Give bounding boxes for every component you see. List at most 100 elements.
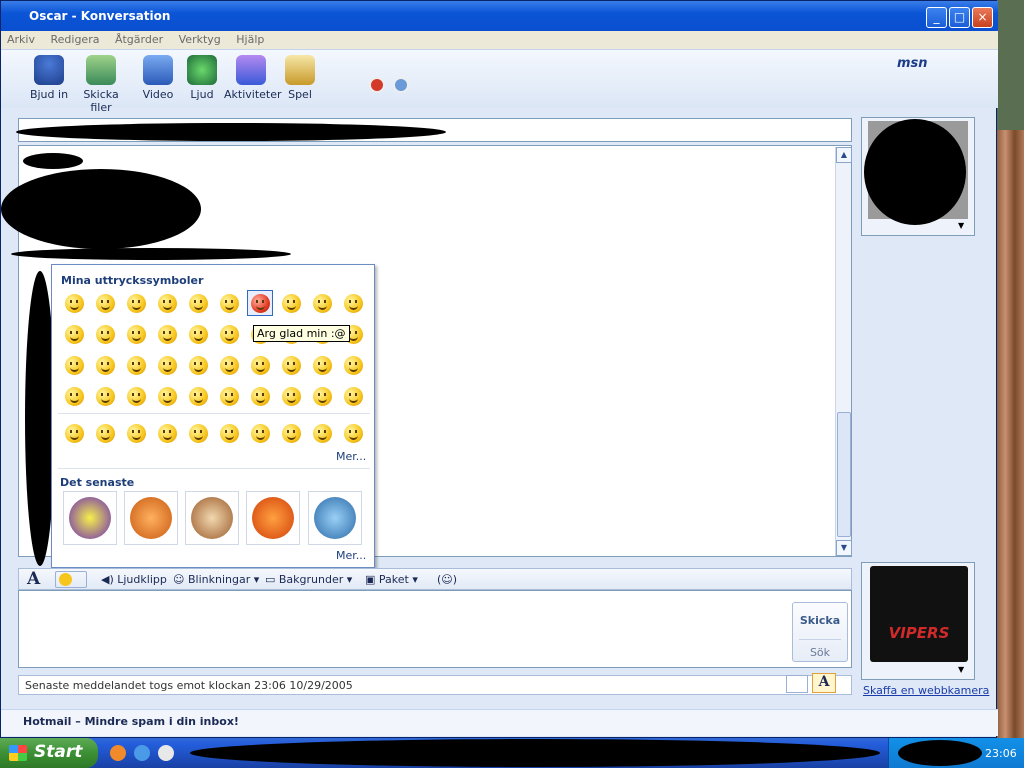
menu-atgarder[interactable]: Åtgärder — [109, 31, 169, 48]
emoticon-icon[interactable] — [216, 352, 242, 378]
emoticon-icon[interactable] — [216, 321, 242, 347]
menu-hjalp[interactable]: Hjälp — [230, 31, 270, 48]
more-recent-link[interactable]: Mer... — [336, 549, 366, 562]
emoticon-icon[interactable] — [278, 383, 304, 409]
soundclip-button[interactable]: ◀) Ljudklipp — [101, 573, 167, 586]
emoticon-icon[interactable] — [278, 290, 304, 316]
emoticon-icon[interactable] — [61, 352, 87, 378]
emoticon-icon[interactable] — [154, 290, 180, 316]
scroll-down-icon[interactable]: ▼ — [836, 540, 852, 556]
media-player-icon[interactable] — [158, 745, 174, 761]
hotmail-ad[interactable]: Hotmail – Mindre spam i din inbox! — [1, 709, 998, 736]
menu-verktyg[interactable]: Verktyg — [173, 31, 227, 48]
emoticon-icon[interactable] — [92, 420, 118, 446]
history-scrollbar[interactable]: ▲ ▼ — [835, 147, 852, 556]
more-emoticons-link[interactable]: Mer... — [336, 450, 366, 463]
block-icon[interactable] — [369, 77, 385, 93]
emoticon-icon[interactable] — [185, 352, 211, 378]
emoticon-icon[interactable] — [154, 420, 180, 446]
nudge-button[interactable]: (☺) — [437, 573, 457, 586]
scroll-up-icon[interactable]: ▲ — [836, 147, 852, 163]
emoticon-icon[interactable] — [340, 420, 366, 446]
emoticon-icon[interactable] — [61, 420, 87, 446]
handwriting-icon[interactable] — [786, 675, 808, 693]
invite-button[interactable]: Bjud in — [29, 55, 69, 101]
maximize-button[interactable]: □ — [949, 7, 970, 28]
emoticon-icon[interactable] — [309, 383, 335, 409]
recent-emoticon[interactable] — [124, 491, 178, 545]
emoticon-icon[interactable] — [92, 352, 118, 378]
search-button[interactable]: Sök — [793, 646, 847, 659]
start-button[interactable]: Start — [0, 738, 98, 768]
emoticon-icon[interactable] — [154, 321, 180, 347]
games-label: Spel — [288, 88, 312, 101]
minimize-button[interactable]: _ — [926, 7, 947, 28]
title-bar[interactable]: Oscar - Konversation _ □ × — [1, 1, 998, 31]
webcam-link[interactable]: Skaffa en webbkamera — [863, 684, 989, 697]
emoticon-icon[interactable] — [92, 290, 118, 316]
emoticon-icon[interactable] — [154, 383, 180, 409]
emoticon-icon[interactable] — [340, 290, 366, 316]
emoticon-icon[interactable] — [247, 420, 273, 446]
chevron-down-icon[interactable]: ▼ — [958, 665, 964, 674]
recent-emoticon[interactable] — [246, 491, 300, 545]
emoticon-icon[interactable] — [278, 420, 304, 446]
video-button[interactable]: Video — [141, 55, 175, 101]
emoticon-icon[interactable] — [61, 290, 87, 316]
emoticon-icon[interactable] — [185, 290, 211, 316]
redaction — [1, 169, 201, 249]
emoticon-icon[interactable] — [278, 352, 304, 378]
font-button[interactable]: A — [27, 569, 40, 589]
emoticon-icon[interactable] — [216, 420, 242, 446]
emoticon-icon[interactable] — [340, 352, 366, 378]
emoticon-icon[interactable] — [154, 352, 180, 378]
menu-redigera[interactable]: Redigera — [44, 31, 105, 48]
emoticon-icon[interactable] — [92, 383, 118, 409]
emoticon-panel: Mina uttryckssymboler Mer... Det senaste… — [51, 264, 375, 568]
paint-icon[interactable] — [393, 77, 409, 93]
emoticon-icon[interactable] — [309, 290, 335, 316]
activities-button[interactable]: Aktiviteter — [224, 55, 282, 101]
emoticon-face — [312, 355, 332, 375]
emoticon-icon[interactable] — [123, 290, 149, 316]
audio-button[interactable]: Ljud — [187, 55, 217, 101]
emoticon-icon[interactable] — [340, 383, 366, 409]
menu-arkiv[interactable]: Arkiv — [1, 31, 41, 48]
recent-emoticon[interactable] — [308, 491, 362, 545]
recent-emoticon[interactable] — [185, 491, 239, 545]
emoticon-icon[interactable] — [92, 321, 118, 347]
message-input[interactable] — [18, 590, 852, 668]
chevron-down-icon[interactable]: ▼ — [958, 221, 964, 230]
backgrounds-button[interactable]: ▭ Bakgrunder ▾ — [265, 573, 352, 586]
winks-button[interactable]: ☺ Blinkningar ▾ — [173, 573, 259, 586]
emoticon-icon[interactable] — [247, 290, 273, 316]
emoticon-icon[interactable] — [61, 383, 87, 409]
games-button[interactable]: Spel — [285, 55, 315, 101]
packages-button[interactable]: ▣ Paket ▾ — [365, 573, 418, 586]
emoticon-icon[interactable] — [309, 352, 335, 378]
emoticon-icon[interactable] — [61, 321, 87, 347]
send-button[interactable]: Skicka Sök — [792, 602, 848, 662]
recent-emoticon[interactable] — [63, 491, 117, 545]
emoticon-face — [95, 355, 115, 375]
emoticon-icon[interactable] — [185, 383, 211, 409]
emoticon-icon[interactable] — [123, 420, 149, 446]
emoticon-icon[interactable] — [216, 383, 242, 409]
send-files-button[interactable]: Skicka filer — [73, 55, 129, 114]
close-button[interactable]: × — [972, 7, 993, 28]
emoticon-icon[interactable] — [123, 321, 149, 347]
emoticon-icon[interactable] — [123, 352, 149, 378]
emoticon-icon[interactable] — [185, 420, 211, 446]
text-mode-button[interactable]: A — [812, 673, 836, 693]
scroll-thumb[interactable] — [837, 412, 851, 537]
emoticon-face — [126, 293, 146, 313]
emoticon-icon[interactable] — [185, 321, 211, 347]
firefox-icon[interactable] — [110, 745, 126, 761]
emoticon-icon[interactable] — [309, 420, 335, 446]
emoticon-icon[interactable] — [247, 383, 273, 409]
my-avatar[interactable]: VIPERS — [870, 566, 968, 662]
emoticon-icon[interactable] — [247, 352, 273, 378]
emoticon-icon[interactable] — [123, 383, 149, 409]
ie-icon[interactable] — [134, 745, 150, 761]
emoticon-icon[interactable] — [216, 290, 242, 316]
